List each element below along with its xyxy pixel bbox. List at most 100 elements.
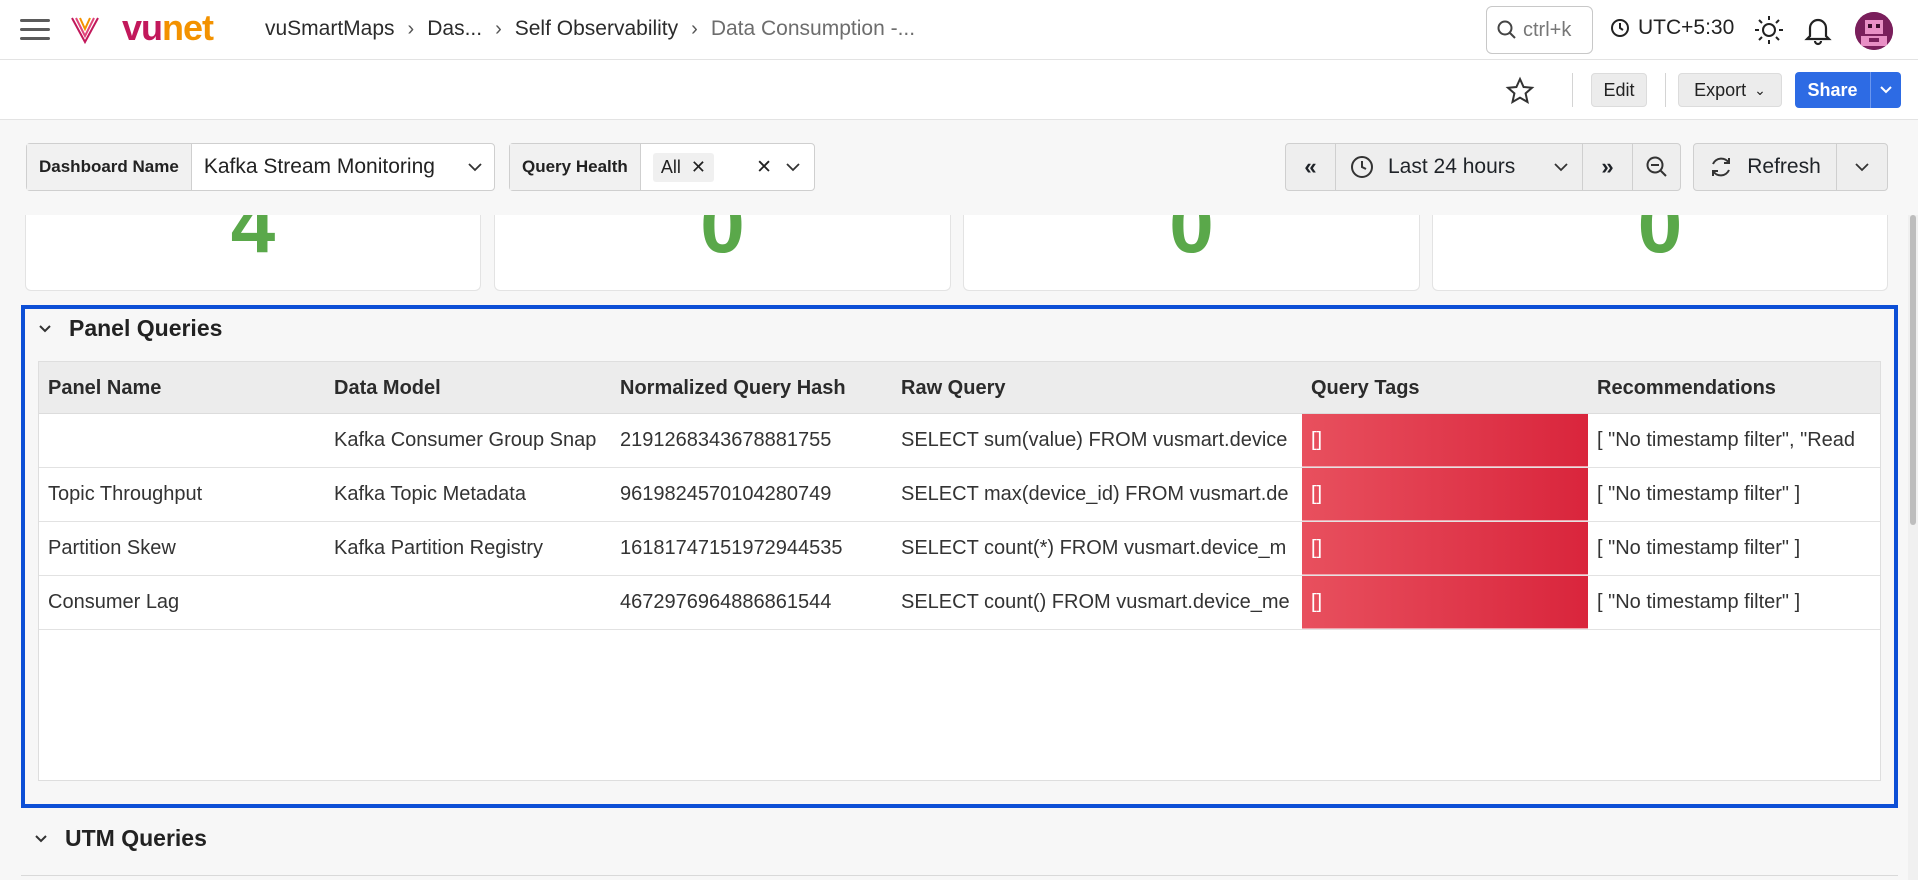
refresh-label: Refresh	[1747, 155, 1821, 178]
cell-panel-name	[39, 414, 325, 467]
search-placeholder: ctrl+k	[1523, 18, 1572, 41]
table-row[interactable]: Topic Throughput Kafka Topic Metadata 96…	[39, 468, 1880, 522]
chevron-down-icon	[1880, 86, 1892, 94]
time-shift-back-button[interactable]: «	[1286, 144, 1336, 190]
chevron-down-icon	[468, 162, 482, 171]
utm-queries-title: UTM Queries	[65, 825, 207, 851]
menu-icon[interactable]	[20, 19, 50, 41]
edit-button[interactable]: Edit	[1591, 73, 1647, 107]
panel-queries-header[interactable]: Panel Queries	[39, 315, 222, 342]
dashboard-name-filter[interactable]: Dashboard Name Kafka Stream Monitoring	[26, 143, 495, 191]
cell-recommendations: [ "No timestamp filter" ]	[1597, 537, 1801, 559]
chevron-down-icon	[39, 324, 51, 332]
table-row[interactable]: Kafka Consumer Group Snap 21912683436788…	[39, 414, 1880, 468]
cell-panel-name: Topic Throughput	[48, 483, 203, 505]
cell-raw-query: SELECT count(*) FROM vusmart.device_m	[901, 537, 1287, 559]
user-avatar[interactable]	[1855, 12, 1893, 50]
chip-remove-icon[interactable]: ✕	[691, 157, 706, 178]
query-health-chip: All ✕	[652, 152, 714, 182]
top-nav: vunet vuSmartMaps › Das... › Self Observ…	[0, 0, 1918, 60]
timezone-label: UTC+5:30	[1638, 16, 1735, 39]
breadcrumb: vuSmartMaps › Das... › Self Observabilit…	[265, 17, 915, 41]
auto-refresh-dropdown[interactable]	[1837, 144, 1887, 190]
breadcrumb-item-dashboards[interactable]: Das...	[427, 17, 482, 41]
column-header-query-hash[interactable]: Normalized Query Hash	[611, 362, 892, 414]
theme-toggle-sun-icon[interactable]	[1753, 14, 1785, 46]
stat-card: 4	[25, 215, 481, 291]
chevron-down-icon	[35, 834, 47, 842]
search-input[interactable]: ctrl+k	[1486, 6, 1593, 54]
cell-data-model: Kafka Partition Registry	[334, 537, 543, 559]
cell-query-tags: []	[1302, 522, 1588, 575]
panel-queries-title: Panel Queries	[69, 315, 223, 341]
stat-card: 0	[1432, 215, 1888, 291]
panel-queries-section: Panel Queries Panel Name Data Model Norm…	[21, 305, 1898, 808]
query-health-filter[interactable]: Query Health All ✕ ✕	[509, 143, 815, 191]
zoom-out-icon	[1646, 156, 1667, 177]
cell-raw-query: SELECT sum(value) FROM vusmart.device	[901, 429, 1288, 451]
stat-value: 4	[230, 215, 276, 269]
time-shift-forward-button[interactable]: »	[1583, 144, 1633, 190]
cell-query-hash: 4672976964886861544	[620, 591, 832, 613]
export-button[interactable]: Export ⌄	[1678, 73, 1782, 107]
cell-query-tags: []	[1302, 414, 1588, 467]
share-dropdown-button[interactable]	[1871, 72, 1901, 108]
cell-data-model: Kafka Topic Metadata	[334, 483, 526, 505]
cell-recommendations: [ "No timestamp filter", "Read	[1597, 429, 1856, 451]
chevron-down-icon	[1855, 162, 1869, 171]
chevron-right-icon: ›	[691, 17, 698, 40]
share-button[interactable]: Share	[1795, 72, 1871, 108]
stat-value: 0	[1637, 215, 1683, 269]
stat-card: 0	[494, 215, 951, 291]
cell-raw-query: SELECT max(device_id) FROM vusmart.de	[901, 483, 1289, 505]
column-header-recommendations[interactable]: Recommendations	[1588, 362, 1880, 414]
vunet-logo[interactable]: vunet	[122, 6, 214, 50]
column-header-query-tags[interactable]: Query Tags	[1302, 362, 1588, 414]
cell-query-hash: 9619824570104280749	[620, 483, 832, 505]
time-range-controls: « Last 24 hours »	[1285, 143, 1681, 191]
time-range-label: Last 24 hours	[1388, 155, 1516, 178]
double-chevron-right-icon: »	[1601, 154, 1614, 179]
page-scrollbar[interactable]	[1908, 215, 1918, 880]
refresh-button[interactable]: Refresh	[1694, 144, 1837, 190]
clear-filter-icon[interactable]: ✕	[756, 156, 772, 179]
toolbar-divider	[1665, 73, 1666, 107]
share-button-group: Share	[1795, 72, 1901, 108]
chevron-down-icon	[786, 162, 800, 171]
table-row[interactable]: Partition Skew Kafka Partition Registry …	[39, 522, 1880, 576]
zoom-out-button[interactable]	[1633, 144, 1680, 190]
column-header-raw-query[interactable]: Raw Query	[892, 362, 1302, 414]
cell-query-hash: 2191268343678881755	[620, 429, 832, 451]
cell-recommendations: [ "No timestamp filter" ]	[1597, 483, 1801, 505]
breadcrumb-item-folder[interactable]: Self Observability	[515, 17, 678, 41]
table-header: Panel Name Data Model Normalized Query H…	[39, 362, 1880, 414]
utm-queries-header[interactable]: UTM Queries	[35, 825, 207, 852]
clock-icon	[1351, 156, 1373, 178]
breadcrumb-item-current: Data Consumption -...	[710, 17, 916, 40]
cell-query-tags: []	[1302, 468, 1588, 521]
timezone-selector[interactable]: UTC+5:30	[1610, 16, 1734, 40]
share-button-label: Share	[1807, 79, 1858, 100]
stat-value: 0	[700, 215, 745, 269]
stat-value: 0	[1169, 215, 1214, 269]
chevron-right-icon: ›	[495, 17, 502, 40]
edit-button-label: Edit	[1603, 79, 1635, 100]
time-range-picker[interactable]: Last 24 hours	[1336, 144, 1583, 190]
query-health-select[interactable]: All ✕ ✕	[641, 144, 814, 190]
cell-data-model: Kafka Consumer Group Snap	[334, 429, 597, 451]
breadcrumb-item-home[interactable]: vuSmartMaps	[265, 17, 395, 41]
scrollbar-thumb[interactable]	[1910, 215, 1916, 525]
dashboard-name-filter-label: Dashboard Name	[27, 144, 192, 190]
column-header-panel-name[interactable]: Panel Name	[39, 362, 325, 414]
dashboard-name-select[interactable]: Kafka Stream Monitoring	[192, 144, 494, 190]
refresh-control: Refresh	[1693, 143, 1888, 191]
table-row[interactable]: Consumer Lag 4672976964886861544 SELECT …	[39, 576, 1880, 630]
cell-recommendations: [ "No timestamp filter" ]	[1597, 591, 1801, 613]
notification-bell-icon[interactable]	[1804, 14, 1832, 46]
query-health-chip-label: All	[660, 156, 681, 177]
column-header-data-model[interactable]: Data Model	[325, 362, 611, 414]
section-divider	[21, 875, 1898, 876]
favorite-star-icon[interactable]	[1505, 76, 1535, 106]
vunet-logo-icon	[71, 17, 99, 45]
refresh-icon	[1712, 157, 1731, 177]
